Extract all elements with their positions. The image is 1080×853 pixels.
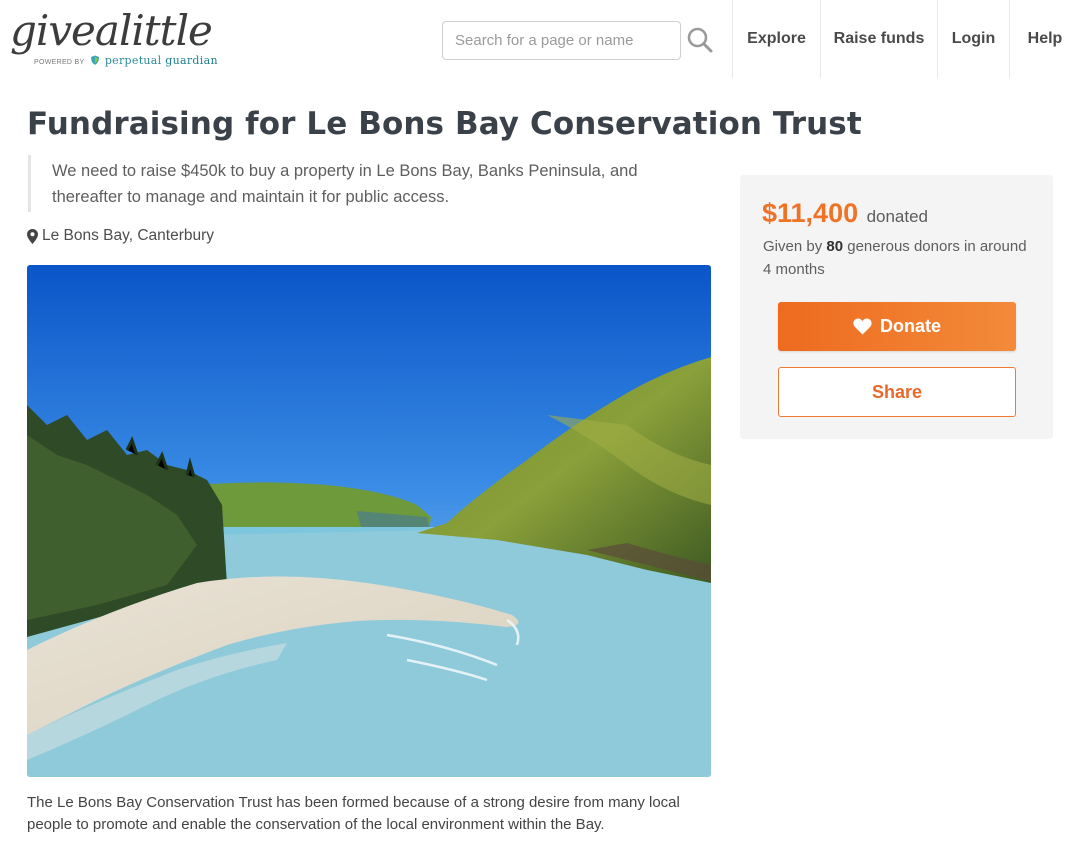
site-header: givealittle POWERED BY perpetual guardia… [0,0,1080,78]
donation-total: $11,400 donated [762,198,928,229]
map-pin-icon [27,228,38,244]
donor-summary-prefix: Given by [763,238,823,255]
share-button[interactable]: Share [778,367,1016,417]
nav-explore[interactable]: Explore [732,0,820,78]
donate-button[interactable]: Donate [778,302,1016,351]
logo-powered-label: POWERED BY [34,59,85,66]
perpetual-guardian-shield-icon [90,55,99,65]
page-title: Fundraising for Le Bons Bay Conservation… [27,106,862,142]
logo-brand-guardian: guardian [165,54,218,67]
search-box [442,21,681,60]
hero-image [27,265,711,777]
donation-amount-suffix: donated [866,207,929,226]
logo-brand: perpetual guardian [105,54,218,67]
location: Le Bons Bay, Canterbury [27,227,214,245]
nav-login[interactable]: Login [937,0,1009,78]
logo-wordmark: givealittle [10,6,213,55]
search-input[interactable] [443,22,680,59]
donation-card: $11,400 donated Given by 80 generous don… [740,175,1053,439]
location-label: Le Bons Bay, Canterbury [42,227,215,244]
page-description: The Le Bons Bay Conservation Trust has b… [27,794,680,833]
logo-brand-perpetual: perpetual [104,54,162,67]
nav-raise-funds[interactable]: Raise funds [820,0,937,78]
page-summary: We need to raise $450k to buy a property… [28,155,678,212]
donor-summary: Given by 80 generous donors in around 4 … [763,235,1033,281]
nav-help[interactable]: Help [1009,0,1080,78]
search-icon[interactable] [686,26,714,54]
givealittle-logo[interactable]: givealittle POWERED BY perpetual guardia… [10,6,218,70]
donor-count: 80 [826,238,844,255]
share-label: Share [871,381,923,402]
heart-icon [853,318,872,335]
donation-amount: $11,400 [762,198,859,228]
logo-powered-by: POWERED BY perpetual guardian [34,54,218,67]
donate-label: Donate [879,316,941,336]
